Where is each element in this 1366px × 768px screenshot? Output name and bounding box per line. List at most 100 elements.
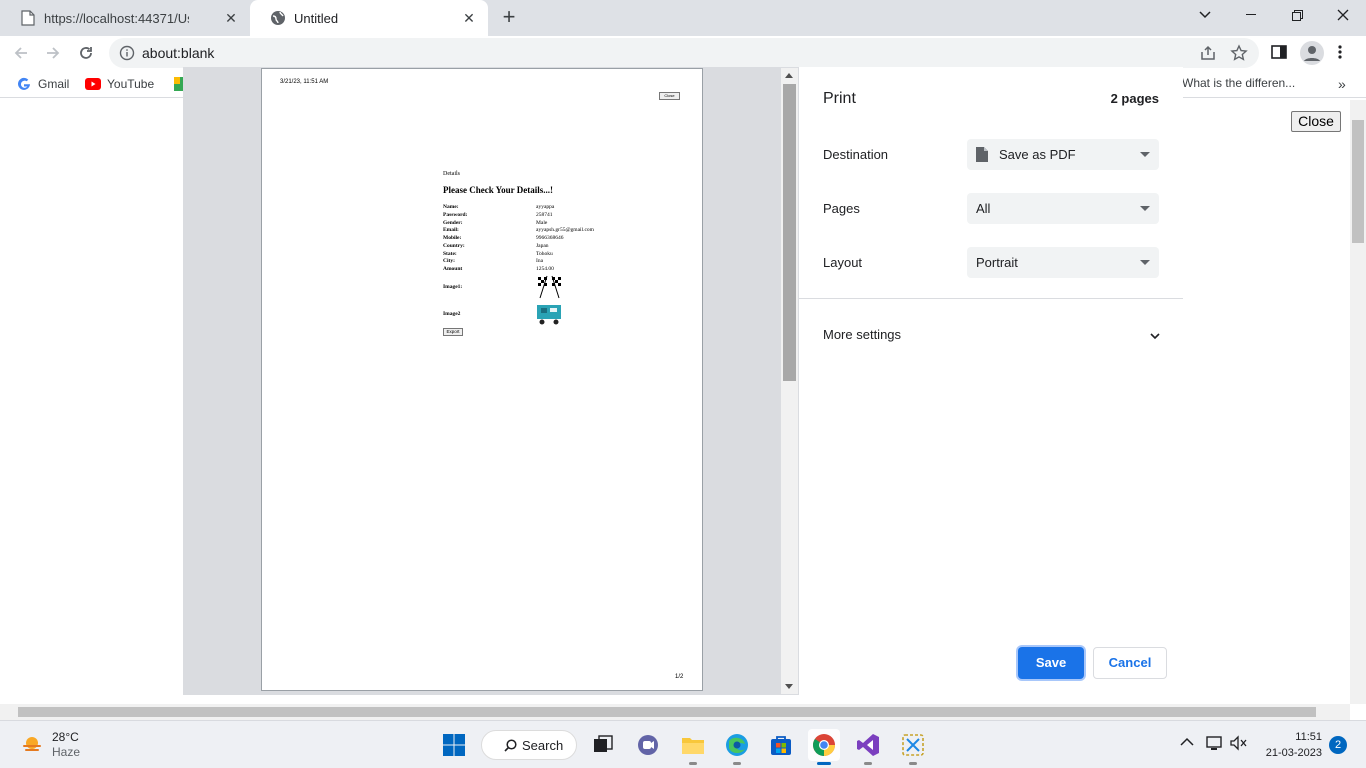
dropdown-arrow-icon — [1140, 152, 1150, 157]
volume-muted-icon[interactable] — [1230, 735, 1248, 753]
chevron-down-icon[interactable] — [1149, 329, 1161, 341]
visual-studio-icon[interactable] — [852, 729, 884, 765]
print-title: Print — [823, 90, 856, 107]
page-horizontal-scrollbar[interactable] — [0, 704, 1350, 720]
notification-badge[interactable]: 2 — [1329, 736, 1347, 754]
globe-icon — [270, 10, 286, 26]
weather-widget[interactable]: 28°C Haze — [20, 730, 80, 760]
destination-select[interactable]: Save as PDF — [967, 139, 1159, 170]
new-tab-button[interactable]: + — [497, 5, 521, 29]
field-label: Gender: — [443, 220, 463, 226]
print-preview-page: 3/21/23, 11:51 AM Close Details Please C… — [261, 68, 703, 691]
page-close-button[interactable]: Close — [1291, 111, 1341, 132]
tab-localhost[interactable]: https://localhost:44371/UsersDat ✕ — [0, 0, 250, 36]
minimize-button[interactable] — [1228, 0, 1274, 30]
print-settings-panel: Print 2 pages Destination Save as PDF Pa… — [799, 67, 1183, 695]
checkered-flags-image — [536, 274, 563, 299]
field-label: Amount — [443, 266, 463, 272]
scroll-down-arrow-icon[interactable] — [785, 684, 793, 689]
destination-label: Destination — [823, 147, 889, 162]
chrome-icon[interactable] — [808, 729, 840, 765]
system-clock[interactable]: 11:51 21-03-2023 — [1262, 729, 1322, 761]
close-tab-icon[interactable]: ✕ — [222, 9, 240, 27]
more-bookmarks-chevron-icon[interactable]: » — [1338, 76, 1346, 92]
field-value: 1254.00 — [536, 266, 554, 272]
toolbar: about:blank — [0, 36, 1366, 70]
scrollbar-thumb[interactable] — [1352, 120, 1364, 243]
address-bar[interactable]: about:blank — [109, 38, 1259, 68]
preview-details-label: Details — [443, 171, 460, 177]
field-value: 9966368646 — [536, 235, 564, 241]
weather-temperature: 28°C — [52, 730, 79, 744]
field-label: City: — [443, 258, 455, 264]
edge-icon[interactable] — [721, 729, 753, 765]
forward-button[interactable] — [40, 40, 66, 66]
reload-button[interactable] — [73, 40, 99, 66]
close-window-button[interactable] — [1320, 0, 1366, 30]
share-icon[interactable] — [1199, 44, 1217, 62]
preview-field-row: City: Ina — [443, 258, 643, 266]
running-indicator — [864, 762, 872, 765]
layout-select[interactable]: Portrait — [967, 247, 1159, 278]
close-tab-icon[interactable]: ✕ — [460, 9, 478, 27]
preview-field-row: Name: ayyappa — [443, 204, 643, 212]
preview-page-number: 1/2 — [675, 674, 684, 680]
profile-avatar[interactable] — [1300, 41, 1324, 65]
layout-value: Portrait — [976, 255, 1018, 270]
tab-search-icon[interactable] — [1182, 0, 1228, 30]
youtube-icon — [85, 76, 101, 92]
search-label: Search — [522, 737, 564, 753]
bookmark-label: Gmail — [38, 77, 70, 91]
show-hidden-icons-chevron-icon[interactable] — [1180, 735, 1198, 753]
bookmark-gmail[interactable]: Gmail — [16, 76, 69, 92]
scrollbar-thumb[interactable] — [783, 84, 796, 381]
bookmark-what-is-the-difference[interactable]: What is the differen... — [1182, 76, 1295, 90]
microsoft-store-icon[interactable] — [765, 729, 797, 761]
cancel-button[interactable]: Cancel — [1093, 647, 1167, 679]
pages-select[interactable]: All — [967, 193, 1159, 224]
file-explorer-icon[interactable] — [677, 729, 709, 765]
field-value: Japan — [536, 243, 549, 249]
scroll-up-arrow-icon[interactable] — [785, 73, 793, 78]
save-button[interactable]: Save — [1018, 647, 1084, 679]
field-label: Country: — [443, 243, 465, 249]
preview-scrollbar[interactable] — [781, 68, 798, 694]
restore-button[interactable] — [1274, 0, 1320, 30]
more-settings-toggle[interactable]: More settings — [823, 327, 901, 342]
teams-chat-icon[interactable] — [632, 729, 664, 761]
bookmark-youtube[interactable]: YouTube — [85, 76, 154, 92]
back-button[interactable] — [8, 40, 34, 66]
bookmark-label: What is the differen... — [1182, 76, 1296, 90]
field-label: Mobile: — [443, 235, 462, 241]
start-button[interactable] — [438, 729, 470, 761]
field-value: Ina — [536, 258, 544, 264]
field-label: Password: — [443, 212, 468, 218]
tab-title: https://localhost:44371/UsersDat — [44, 10, 189, 26]
pages-value: All — [976, 201, 991, 216]
preview-field-row: Country: Japan — [443, 243, 643, 251]
network-icon[interactable] — [1206, 735, 1224, 753]
info-icon[interactable] — [119, 45, 135, 61]
field-value: Tohoku — [536, 251, 553, 257]
preview-close-button: Close — [659, 92, 680, 100]
scrollbar-thumb[interactable] — [18, 707, 1316, 717]
layout-label: Layout — [823, 255, 863, 270]
preview-field-row: Mobile: 9966368646 — [443, 235, 643, 243]
dropdown-arrow-icon — [1140, 260, 1150, 265]
task-view-icon[interactable] — [587, 729, 619, 761]
field-label: State: — [443, 251, 457, 257]
tab-untitled[interactable]: Untitled ✕ — [250, 0, 488, 36]
taskbar-search[interactable]: Search — [481, 730, 577, 760]
preview-heading: Please Check Your Details...! — [443, 185, 553, 195]
field-value: ayyappa — [536, 204, 555, 210]
field-label: Image2 — [443, 311, 461, 317]
preview-field-row: Amount 1254.00 — [443, 266, 643, 274]
page-icon — [20, 10, 36, 26]
page-vertical-scrollbar[interactable] — [1350, 100, 1366, 704]
divider — [799, 298, 1183, 299]
bookmark-star-icon[interactable] — [1230, 44, 1248, 62]
field-label: Email: — [443, 227, 459, 233]
menu-icon[interactable] — [1338, 44, 1344, 62]
side-panel-icon[interactable] — [1271, 44, 1289, 62]
developer-tool-icon[interactable] — [897, 729, 929, 765]
